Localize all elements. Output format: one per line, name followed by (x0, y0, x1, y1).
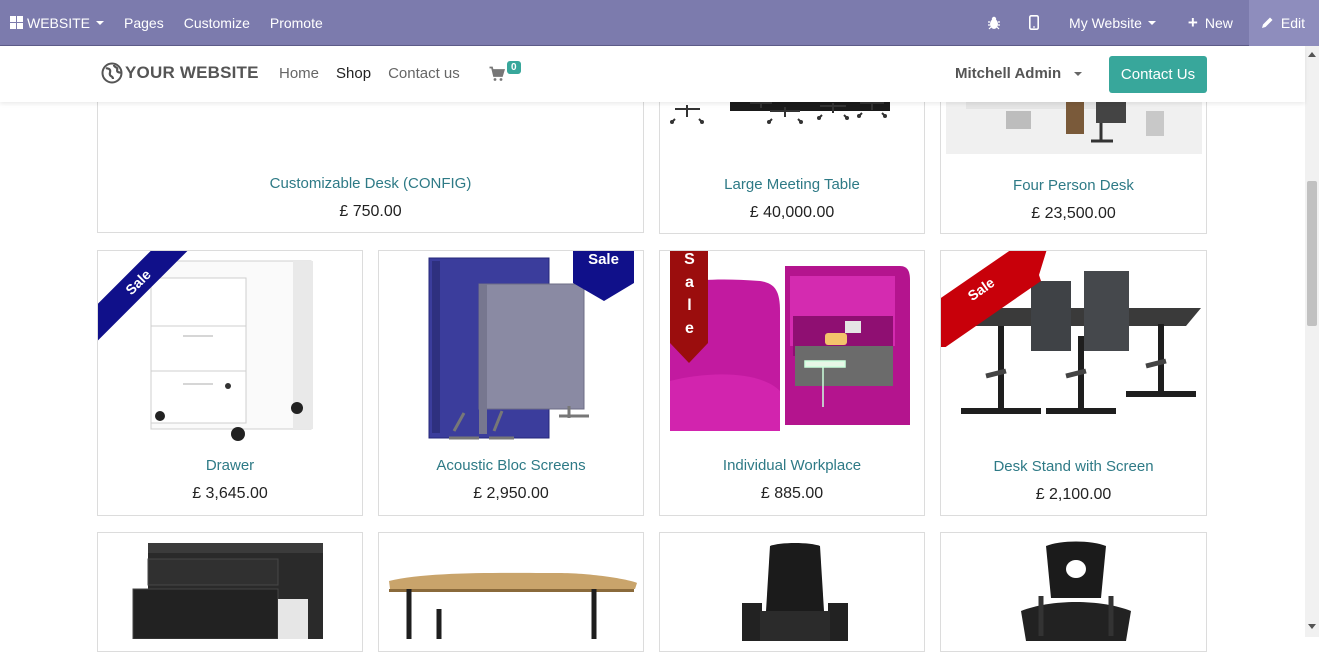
logo-text: YOUR WEBSITE (125, 63, 259, 82)
customize-menu[interactable]: Customize (174, 0, 260, 46)
my-website-label: My Website (1069, 14, 1142, 31)
scrollbar-thumb[interactable] (1307, 181, 1317, 326)
website-editor-bar: WEBSITE Pages Customize Promote My Websi… (0, 0, 1319, 46)
my-website-dropdown[interactable]: My Website (1053, 0, 1172, 46)
website-menu[interactable]: WEBSITE (0, 0, 114, 46)
main-nav: Home Shop Contact us (279, 65, 477, 82)
caret-down-icon (1074, 72, 1083, 77)
scroll-up-arrow-icon[interactable] (1308, 52, 1316, 57)
product-card-individual-workplace[interactable]: Sale Individual Workplace £ 885.00 (659, 250, 925, 516)
product-name[interactable]: Acoustic Bloc Screens (379, 457, 643, 474)
product-price: £ 885.00 (760, 485, 824, 502)
pencil-icon (1261, 17, 1273, 28)
product-price: £ 40,000.00 (749, 204, 835, 221)
cart-count-badge: 0 (507, 61, 521, 74)
contact-us-button[interactable]: Contact Us (1109, 56, 1207, 93)
site-header: YOUR WEBSITE Home Shop Contact us 0 Mitc… (0, 46, 1305, 102)
scroll-down-arrow-icon[interactable] (1308, 624, 1316, 629)
product-price: £ 3,645.00 (192, 485, 268, 502)
pages-menu[interactable]: Pages (114, 0, 174, 46)
product-card-customizable-desk[interactable]: Customizable Desk (CONFIG) £ 750.00 (97, 90, 644, 233)
product-name[interactable]: Individual Workplace (660, 457, 924, 474)
drawer-image (150, 260, 313, 441)
product-name[interactable]: Large Meeting Table (660, 176, 924, 193)
corner-desk-image (389, 572, 637, 639)
promote-menu[interactable]: Promote (260, 0, 333, 46)
office-chair-image (742, 543, 848, 641)
product-name[interactable]: Drawer (98, 457, 362, 474)
shopping-cart-icon (489, 66, 506, 81)
page-scrollbar[interactable] (1305, 46, 1319, 637)
product-card-stacking-chair[interactable] (940, 532, 1207, 652)
edit-button[interactable]: Edit (1248, 0, 1319, 46)
product-card-large-meeting-table[interactable]: Large Meeting Table £ 40,000.00 (659, 90, 925, 234)
product-price: £ 750.00 (339, 203, 402, 220)
site-logo[interactable]: YOUR WEBSITE (101, 62, 259, 84)
nav-contact-us[interactable]: Contact us (388, 65, 460, 82)
caret-down-icon (1147, 20, 1156, 25)
cart-link[interactable]: 0 (489, 61, 521, 87)
new-label: New (1204, 14, 1233, 31)
acoustic-screens-image (428, 257, 589, 440)
mobile-preview-button[interactable] (1015, 0, 1053, 46)
sale-tag-label: Sale (588, 251, 619, 268)
product-name[interactable]: Desk Stand with Screen (941, 458, 1206, 475)
caret-down-icon (96, 20, 105, 25)
product-price: £ 2,950.00 (473, 485, 549, 502)
cabinet-image (132, 543, 323, 639)
globe-icon (101, 62, 123, 84)
new-content-button[interactable]: + New (1172, 0, 1249, 46)
product-card-cabinet[interactable] (97, 532, 363, 652)
user-name: Mitchell Admin (955, 65, 1062, 82)
plus-icon: + (1187, 12, 1198, 32)
product-name[interactable]: Four Person Desk (941, 177, 1206, 194)
product-card-office-chair[interactable] (659, 532, 925, 652)
product-price: £ 2,100.00 (1035, 486, 1112, 503)
debug-bug-button[interactable] (973, 0, 1015, 46)
sale-ribbon-vertical-label: Sale (670, 251, 708, 351)
product-card-desk-stand-with-screen[interactable]: Sale Desk Stand with Screen £ 2,100.00 (940, 250, 1207, 516)
stacking-chair-image (1021, 541, 1131, 641)
product-card-acoustic-bloc-screens[interactable]: Sale Acoustic Bloc Screens £ 2,950.00 (378, 250, 644, 516)
apps-grid-icon (10, 16, 23, 29)
product-card-four-person-desk[interactable]: Four Person Desk £ 23,500.00 (940, 90, 1207, 234)
sale-ribbon-text: Sale (681, 251, 698, 343)
mobile-phone-icon (1029, 15, 1040, 30)
product-price: £ 23,500.00 (1031, 205, 1116, 222)
website-menu-label: WEBSITE (27, 14, 91, 31)
nav-home[interactable]: Home (279, 65, 319, 82)
user-menu[interactable]: Mitchell Admin (955, 65, 1083, 82)
edit-label: Edit (1280, 14, 1305, 31)
product-card-corner-desk[interactable] (378, 532, 644, 652)
product-card-drawer[interactable]: Sale Drawer £ 3,645.00 (97, 250, 363, 516)
nav-shop[interactable]: Shop (336, 65, 371, 82)
bug-icon (988, 16, 1001, 29)
product-name[interactable]: Customizable Desk (CONFIG) (98, 175, 643, 192)
